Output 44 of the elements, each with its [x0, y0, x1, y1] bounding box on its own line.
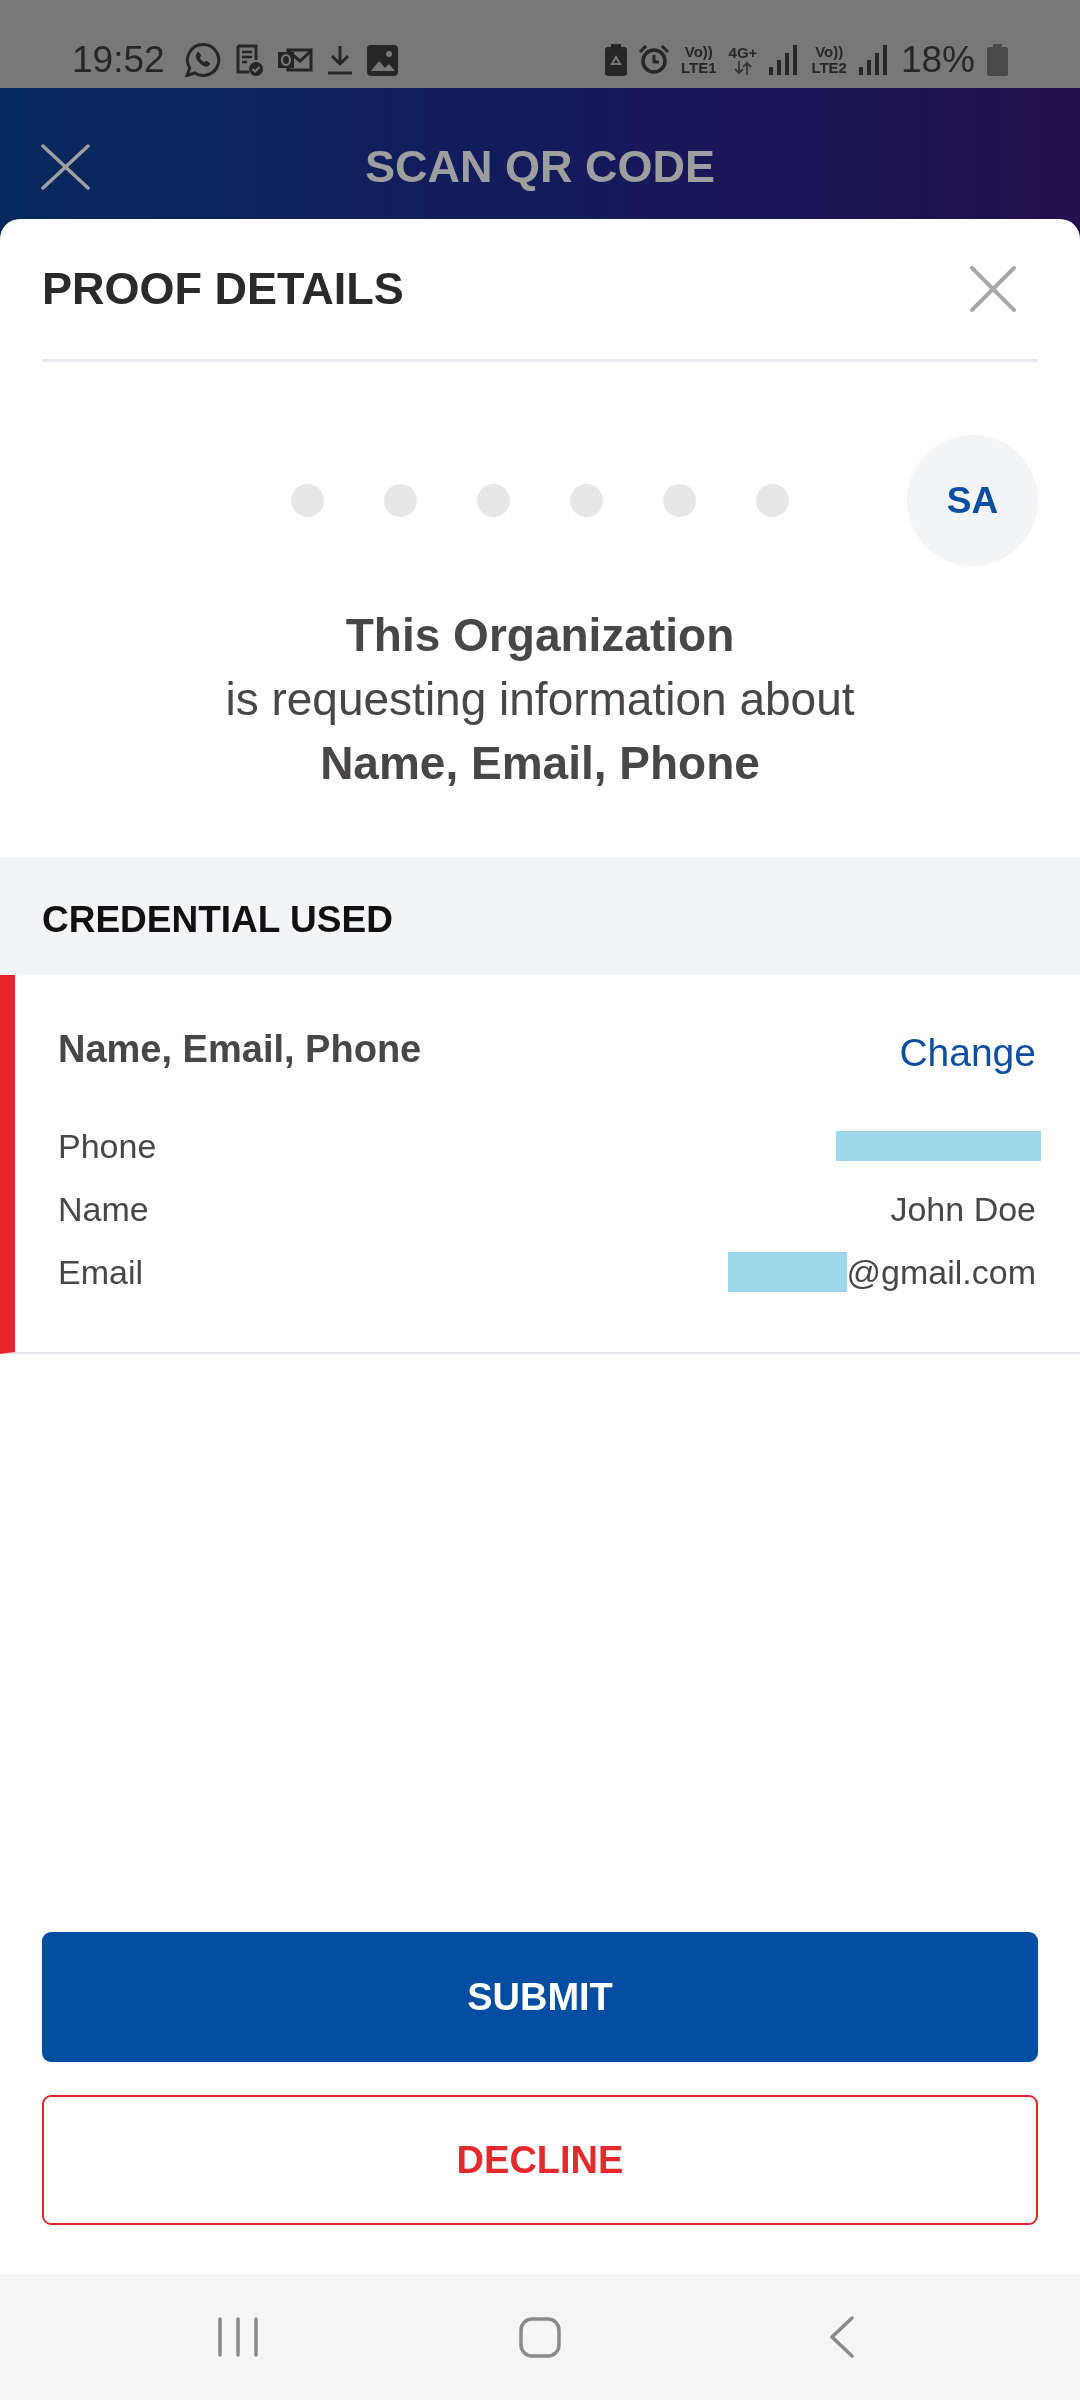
avatar-initials: SA: [907, 435, 1038, 566]
submit-button[interactable]: SUBMIT: [42, 1932, 1038, 2062]
signal-icon: [858, 45, 889, 75]
sheet-title: PROOF DETAILS: [42, 263, 404, 315]
alarm-clock-icon: [639, 45, 670, 75]
image-icon: [366, 44, 398, 76]
home-icon[interactable]: [519, 2316, 561, 2358]
credential-title: Name, Email, Phone: [58, 1027, 422, 1072]
dot-icon: [291, 484, 324, 517]
chat-phone-icon: [184, 43, 221, 77]
dot-icon: [477, 484, 510, 517]
field-value: John Doe: [890, 1188, 1036, 1230]
screen-title: SCAN QR CODE: [365, 140, 715, 193]
battery-percent: 18%: [900, 38, 975, 82]
status-time: 19:52: [72, 38, 165, 82]
battery-icon: [987, 44, 1008, 76]
network-label: LTE2: [811, 60, 847, 76]
document-check-icon: [234, 44, 263, 76]
recent-apps-icon[interactable]: [218, 2317, 258, 2357]
signal-icon: [769, 45, 800, 75]
volte-label: Vo)): [684, 44, 713, 60]
request-message: is requesting information about: [225, 672, 855, 727]
field-label: Email: [58, 1251, 144, 1293]
field-label: Phone: [58, 1125, 157, 1167]
volte-label: Vo)): [815, 44, 844, 60]
organization-name: This Organization: [345, 608, 735, 663]
decline-button[interactable]: DECLINE: [42, 2095, 1038, 2225]
close-icon[interactable]: [41, 143, 90, 190]
change-link[interactable]: Change: [899, 1029, 1036, 1077]
data-arrows-icon: [733, 61, 753, 75]
network-label: LTE1: [681, 60, 717, 76]
field-label: Name: [58, 1188, 149, 1230]
dot-icon: [570, 484, 603, 517]
mail-icon: [276, 47, 313, 73]
dot-icon: [756, 484, 789, 517]
dot-icon: [384, 484, 417, 517]
back-icon[interactable]: [830, 2316, 854, 2358]
data-type-label: 4G+: [728, 45, 758, 61]
field-value: @gmail.com: [846, 1251, 1036, 1293]
section-heading: CREDENTIAL USED: [0, 857, 1080, 975]
download-icon: [326, 45, 353, 75]
dot-icon: [663, 484, 696, 517]
requested-attributes: Name, Email, Phone: [320, 736, 760, 791]
battery-status-icon: [605, 44, 628, 76]
